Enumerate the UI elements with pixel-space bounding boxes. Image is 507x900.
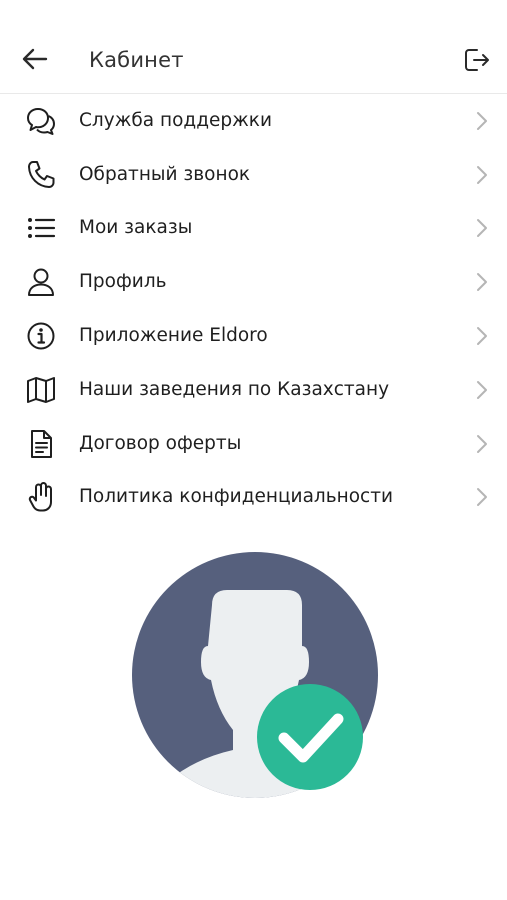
app-header: Кабинет (0, 0, 507, 94)
menu-item-label: Мои заказы (79, 217, 193, 239)
verified-badge (257, 684, 363, 790)
menu-item-orders[interactable]: Мои заказы (0, 202, 507, 256)
chevron-right-icon (475, 271, 489, 293)
hand-icon (25, 481, 57, 513)
cabinet-menu: Служба поддержки Обратный звонок Мои зак… (0, 94, 507, 524)
chevron-right-icon (475, 164, 489, 186)
chevron-right-icon (475, 379, 489, 401)
logout-button[interactable] (461, 44, 493, 76)
menu-item-privacy-policy[interactable]: Политика конфиденциальности (0, 471, 507, 525)
menu-item-label: Наши заведения по Казахстану (79, 378, 390, 400)
chevron-right-icon (475, 486, 489, 508)
phone-icon (25, 159, 57, 191)
menu-item-label: Обратный звонок (79, 163, 251, 185)
menu-item-support[interactable]: Служба поддержки (0, 94, 507, 148)
verified-user-avatar (130, 550, 380, 800)
page-title: Кабинет (89, 48, 184, 72)
menu-item-label: Приложение Eldoro (79, 325, 268, 347)
verified-user-icon (132, 552, 378, 798)
menu-item-label: Договор оферты (79, 432, 242, 454)
back-button[interactable] (20, 44, 50, 74)
menu-item-label: Политика конфиденциальности (79, 486, 394, 508)
menu-item-callback[interactable]: Обратный звонок (0, 148, 507, 202)
document-icon (25, 428, 57, 460)
menu-item-offer-agreement[interactable]: Договор оферты (0, 417, 507, 471)
list-icon (25, 212, 57, 244)
arrow-left-icon (22, 48, 48, 70)
chevron-right-icon (475, 433, 489, 455)
menu-item-app-info[interactable]: Приложение Eldoro (0, 309, 507, 363)
chevron-right-icon (475, 110, 489, 132)
menu-item-locations[interactable]: Наши заведения по Казахстану (0, 363, 507, 417)
logout-icon (465, 49, 489, 71)
user-icon (25, 266, 57, 298)
menu-item-label: Служба поддержки (79, 109, 272, 131)
chevron-right-icon (475, 217, 489, 239)
menu-item-label: Профиль (79, 271, 167, 293)
map-icon (25, 374, 57, 406)
info-icon (25, 320, 57, 352)
chevron-right-icon (475, 325, 489, 347)
chat-bubbles-icon (25, 105, 57, 137)
menu-item-profile[interactable]: Профиль (0, 255, 507, 309)
